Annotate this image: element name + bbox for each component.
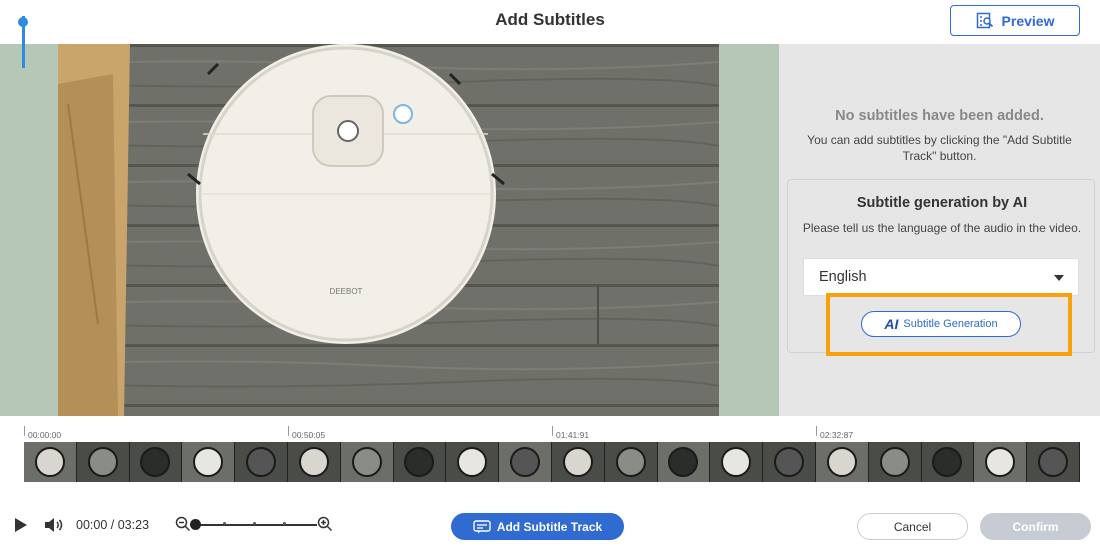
timeline-thumbnail xyxy=(24,442,77,482)
subtitle-generation-button[interactable]: AI Subtitle Generation xyxy=(861,311,1021,337)
timeline-thumbnail xyxy=(815,442,869,482)
video-area: DEEBOT xyxy=(0,44,779,416)
thumbnail-image xyxy=(562,447,593,477)
empty-state-description: You can add subtitles by clicking the "A… xyxy=(807,133,1072,163)
ruler-label: 00:00:00 xyxy=(28,430,62,440)
timeline-thumbnail xyxy=(921,442,975,482)
thumbnail-image xyxy=(404,447,435,477)
subtitle-generation-label: Subtitle Generation xyxy=(903,318,998,330)
timeline[interactable]: 00:00:00 00:50:05 01:41:91 02:32:87 xyxy=(0,416,1100,488)
robot-brand-text: DEEBOT xyxy=(330,287,363,296)
time-separator: / xyxy=(110,518,115,532)
language-select[interactable]: English xyxy=(803,258,1079,296)
playback-time: 00:00 / 03:23 xyxy=(76,518,149,532)
thumbnail-image xyxy=(246,447,277,477)
timeline-thumbnail xyxy=(129,442,183,482)
timeline-thumbnail xyxy=(604,442,658,482)
thumbnail-image xyxy=(34,447,65,477)
caret-down-icon xyxy=(1054,275,1064,281)
timeline-thumbnail xyxy=(710,442,764,482)
add-subtitle-track-label: Add Subtitle Track xyxy=(496,519,603,534)
ai-section-description: Please tell us the language of the audio… xyxy=(802,221,1082,235)
volume-icon[interactable] xyxy=(44,517,66,533)
thumbnail-image xyxy=(879,447,910,477)
timeline-thumbnail xyxy=(657,442,711,482)
empty-state-title: No subtitles have been added. xyxy=(835,108,1044,124)
zoom-step xyxy=(223,522,226,525)
page-title: Add Subtitles xyxy=(495,10,605,29)
thumbnail-image xyxy=(298,447,329,477)
thumbnail-image xyxy=(1038,447,1069,477)
thumbnail-image xyxy=(87,447,118,477)
preview-icon xyxy=(976,12,993,28)
preview-label: Preview xyxy=(1001,12,1055,29)
thumbnail-image xyxy=(457,447,488,477)
ruler-tick xyxy=(552,426,553,436)
ruler-label: 00:50:05 xyxy=(292,430,326,440)
ai-section-title: Subtitle generation by AI xyxy=(856,195,1028,211)
video-frame: DEEBOT xyxy=(58,44,719,416)
ruler-tick xyxy=(816,426,817,436)
timeline-thumbnail xyxy=(287,442,341,482)
video-player[interactable]: DEEBOT xyxy=(58,44,719,416)
header: Add Subtitles Preview xyxy=(0,0,1100,44)
thumbnail-image xyxy=(985,447,1016,477)
subtitle-panel: No subtitles have been added. You can ad… xyxy=(779,44,1100,416)
timeline-thumbnail xyxy=(182,442,236,482)
play-icon[interactable] xyxy=(15,518,27,532)
language-select-value: English xyxy=(819,269,867,285)
thumbnail-image xyxy=(826,447,857,477)
playback-controls: 00:00 / 03:23 Add Subtitle Track Cancel … xyxy=(0,500,1100,547)
timeline-thumbnail xyxy=(340,442,394,482)
subtitle-icon xyxy=(473,519,491,533)
ruler-label: 01:41:91 xyxy=(556,430,590,440)
timeline-ruler: 00:00:00 00:50:05 01:41:91 02:32:87 xyxy=(24,424,1080,442)
zoom-step xyxy=(283,522,286,525)
timeline-thumbnail xyxy=(446,442,500,482)
ai-icon: AI xyxy=(884,316,899,332)
thumbnail-image xyxy=(932,447,963,477)
zoom-step xyxy=(253,522,256,525)
video-thumbnail-track[interactable] xyxy=(24,442,1080,482)
add-subtitle-track-button[interactable]: Add Subtitle Track xyxy=(451,513,624,540)
timeline-thumbnail xyxy=(499,442,552,482)
current-time: 00:00 xyxy=(76,518,108,532)
timeline-thumbnail xyxy=(763,442,816,482)
thumbnail-image xyxy=(615,447,646,477)
zoom-slider-handle[interactable] xyxy=(190,519,201,530)
ruler-tick xyxy=(24,426,25,436)
timeline-thumbnail xyxy=(76,442,130,482)
timeline-thumbnail xyxy=(235,442,288,482)
timeline-thumbnail xyxy=(1027,442,1080,482)
ruler-tick xyxy=(288,426,289,436)
thumbnail-image xyxy=(351,447,382,477)
zoom-out-icon[interactable] xyxy=(175,516,191,532)
timeline-thumbnail xyxy=(393,442,447,482)
thumbnail-image xyxy=(721,447,752,477)
thumbnail-image xyxy=(510,447,541,477)
timeline-thumbnail xyxy=(974,442,1028,482)
cancel-button[interactable]: Cancel xyxy=(857,513,968,540)
zoom-slider[interactable] xyxy=(193,522,317,526)
thumbnail-image xyxy=(140,447,171,477)
timeline-thumbnail xyxy=(868,442,922,482)
preview-button[interactable]: Preview xyxy=(950,5,1080,36)
thumbnail-image xyxy=(193,447,224,477)
zoom-in-icon[interactable] xyxy=(317,516,333,532)
thumbnail-image xyxy=(774,447,805,477)
ruler-label: 02:32:87 xyxy=(820,430,854,440)
timeline-thumbnail xyxy=(551,442,605,482)
thumbnail-image xyxy=(668,447,699,477)
confirm-button[interactable]: Confirm xyxy=(980,513,1091,540)
playhead-handle[interactable] xyxy=(18,17,28,27)
duration: 03:23 xyxy=(117,518,150,532)
